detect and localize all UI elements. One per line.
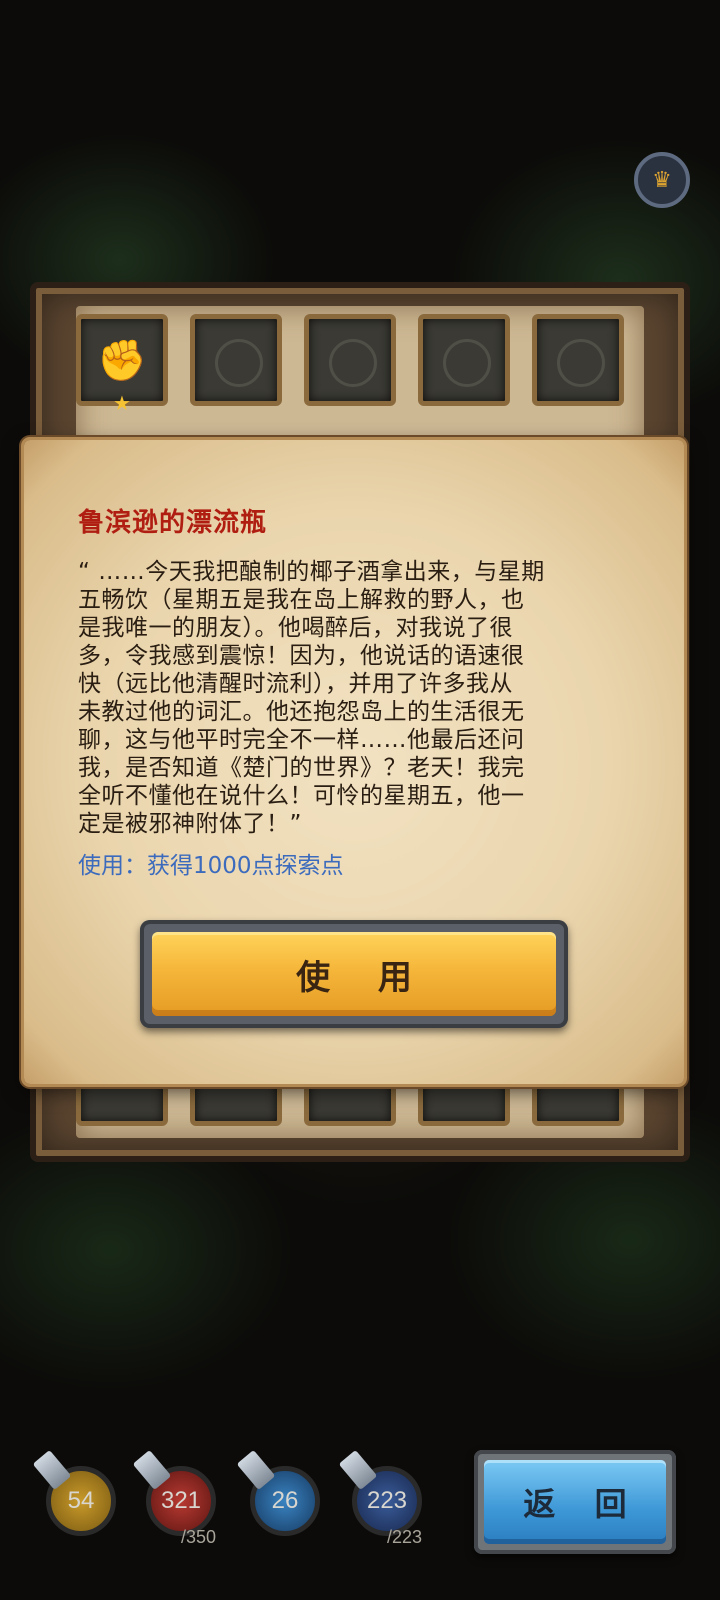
- stat-defense: 26: [236, 1449, 320, 1536]
- item-title: 鲁滨逊的漂流瓶: [78, 508, 268, 538]
- equipment-slot-armor[interactable]: [190, 314, 282, 406]
- description-line: “ ……今天我把酿制的椰子酒拿出来，与星期: [78, 559, 545, 585]
- equipment-slot-amulet[interactable]: [532, 314, 624, 406]
- use-button-label: 使 用: [296, 957, 430, 998]
- description-line: 聊，这与他平时完全不一样……他最后还问: [78, 727, 525, 753]
- description-line: 我，是否知道《楚门的世界》？老天！我完: [78, 755, 525, 781]
- crossbow-silhouette-icon: [443, 339, 491, 387]
- menu-corner-button[interactable]: ♛: [634, 152, 690, 208]
- item-description: “ ……今天我把酿制的椰子酒拿出来，与星期 五畅饮（星期五是我在岛上解救的野人，…: [78, 558, 618, 838]
- description-line: 是我唯一的朋友）。他喝醉后，对我说了很: [78, 615, 513, 641]
- description-line: 定是被邪神附体了！”: [78, 811, 302, 837]
- description-line: 未教过他的词汇。他还抱怨岛上的生活很无: [78, 699, 525, 725]
- armor-silhouette-icon: [215, 339, 263, 387]
- back-button-label: 返 回: [523, 1485, 641, 1523]
- helmet-silhouette-icon: [329, 339, 377, 387]
- gauntlet-icon: ✊: [97, 337, 147, 384]
- stat-health: 321 /350: [132, 1449, 216, 1547]
- stat-defense-value: 26: [271, 1487, 299, 1514]
- use-button-face[interactable]: 使 用: [152, 932, 556, 1016]
- description-line: 多，令我感到震惊！因为，他说话的语速很: [78, 643, 525, 669]
- stat-mana-max: /223: [387, 1527, 423, 1547]
- back-button[interactable]: 返 回: [474, 1450, 676, 1554]
- description-line: 快（远比他清醒时流利），并用了许多我从: [78, 671, 513, 697]
- equipment-slot-crossbow[interactable]: [418, 314, 510, 406]
- equipment-slot-gauntlet[interactable]: ✊ ★: [76, 314, 168, 415]
- stat-health-value: 321: [160, 1487, 202, 1514]
- amulet-silhouette-icon: [557, 339, 605, 387]
- item-detail-popup: 鲁滨逊的漂流瓶 “ ……今天我把酿制的椰子酒拿出来，与星期 五畅饮（星期五是我在…: [24, 440, 684, 1084]
- stat-mana-value: 223: [366, 1487, 408, 1514]
- description-line: 五畅饮（星期五是我在岛上解救的野人，也: [78, 587, 525, 613]
- stat-attack: 54: [32, 1449, 116, 1536]
- stat-mana: 223 /223: [338, 1449, 422, 1547]
- use-button[interactable]: 使 用: [140, 920, 568, 1028]
- description-line: 全听不懂他在说什么！可怜的星期五，他一: [78, 783, 525, 809]
- item-use-effect: 使用：获得1000点探索点: [78, 853, 344, 879]
- star-icon: ★: [113, 391, 131, 415]
- equipment-slot-helmet[interactable]: [304, 314, 396, 406]
- stat-health-max: /350: [181, 1527, 217, 1547]
- stat-attack-value: 54: [67, 1487, 95, 1514]
- crown-icon: ♛: [652, 167, 672, 193]
- back-button-face[interactable]: 返 回: [484, 1460, 666, 1544]
